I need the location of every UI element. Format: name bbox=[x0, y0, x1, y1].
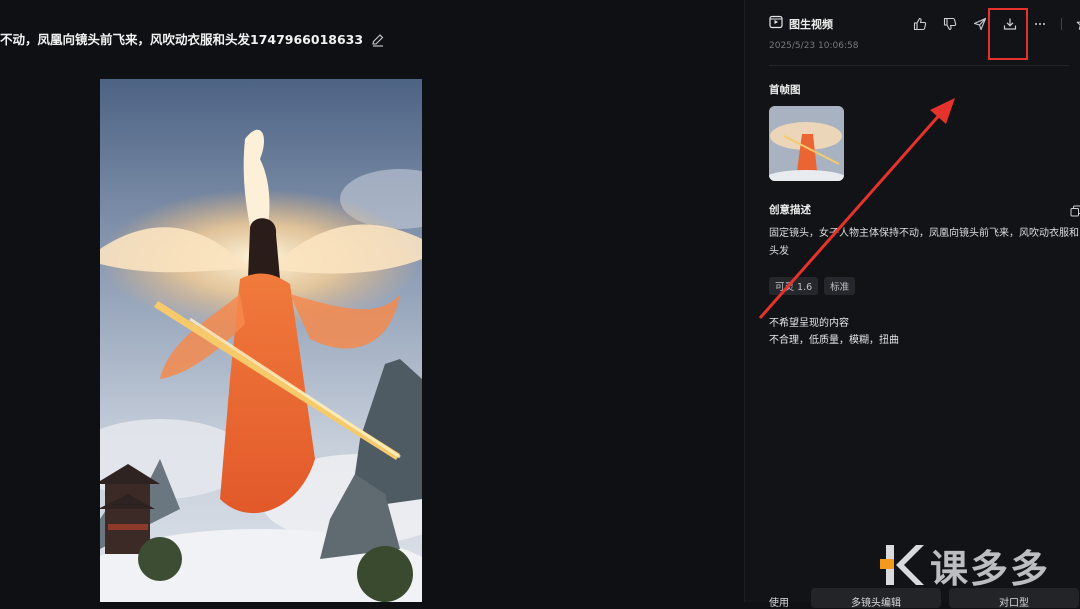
watermark-text: 课多多 bbox=[930, 538, 1050, 593]
thumbs-up-icon[interactable] bbox=[905, 14, 935, 34]
video-icon bbox=[769, 14, 783, 33]
tag-list: 可灵 1.6 标准 bbox=[769, 277, 855, 295]
creative-description: 固定镜头，女子人物主体保持不动，凤凰向镜头前飞来，风吹动衣服和头发 bbox=[769, 225, 1079, 261]
watermark: 课多多 bbox=[880, 540, 1050, 590]
quality-tag: 标准 bbox=[824, 277, 855, 295]
header-divider bbox=[769, 65, 1069, 66]
detail-panel: 图生视频 2025/5/23 10:06:58 首帧图 bbox=[744, 0, 1080, 602]
negative-prompt-value: 不合理，低质量，模糊，扭曲 bbox=[769, 331, 899, 346]
star-icon[interactable] bbox=[1068, 14, 1080, 34]
created-time: 2025/5/23 10:06:58 bbox=[769, 41, 858, 51]
watermark-logo-icon bbox=[880, 541, 926, 589]
prompt-title: 不动，凤凰向镜头前飞来，风吹动衣服和头发1747966018633 bbox=[0, 30, 363, 50]
copy-icon[interactable] bbox=[1070, 202, 1080, 214]
main-area: 不动，凤凰向镜头前飞来，风吹动衣服和头发1747966018633 bbox=[0, 0, 744, 602]
creative-label: 创意描述 bbox=[769, 202, 811, 217]
preview-illustration bbox=[100, 79, 422, 602]
edit-icon[interactable] bbox=[371, 33, 385, 47]
panel-title: 图生视频 bbox=[789, 16, 833, 32]
prompt-title-row: 不动，凤凰向镜头前飞来，风吹动衣服和头发1747966018633 bbox=[0, 30, 385, 50]
thumbs-down-icon[interactable] bbox=[935, 14, 965, 34]
download-highlight-box bbox=[988, 8, 1028, 60]
negative-prompt-label: 不希望呈现的内容 bbox=[769, 314, 849, 329]
first-frame-label: 首帧图 bbox=[769, 82, 801, 97]
panel-header: 图生视频 bbox=[769, 14, 833, 33]
first-frame-thumbnail[interactable] bbox=[769, 106, 844, 181]
multi-shot-edit-button[interactable]: 多镜头编辑 bbox=[811, 588, 941, 608]
toolbar-separator bbox=[1061, 18, 1062, 30]
model-tag: 可灵 1.6 bbox=[769, 277, 818, 295]
video-preview[interactable] bbox=[100, 79, 422, 602]
more-icon[interactable] bbox=[1025, 14, 1055, 34]
